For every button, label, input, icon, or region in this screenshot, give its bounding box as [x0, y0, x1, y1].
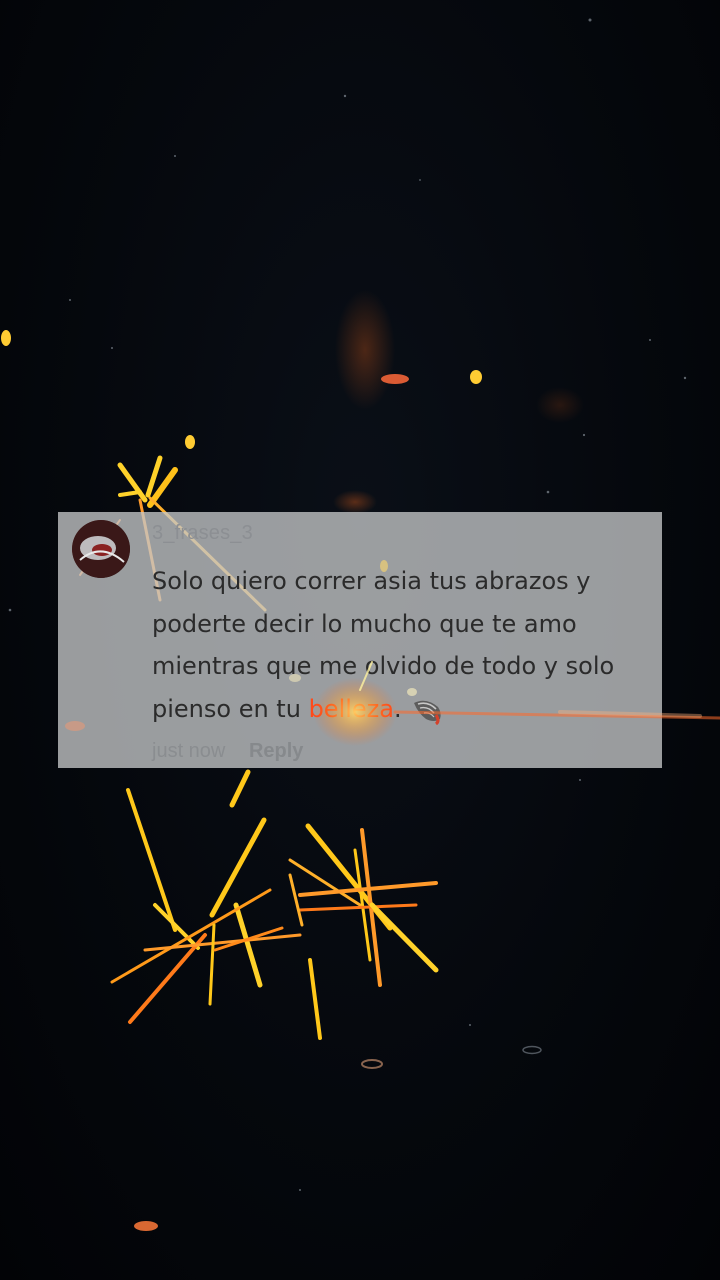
- avatar[interactable]: [72, 520, 130, 578]
- comment-text: Solo quiero correr asia tus abrazos y po…: [152, 560, 656, 730]
- shell-icon: [413, 700, 441, 725]
- video-frame: 3_frases_3 Solo quiero correr asia tus a…: [0, 0, 720, 1280]
- comment-timestamp: just now: [152, 740, 226, 762]
- avatar-image: [72, 520, 130, 578]
- comment-reply-card[interactable]: 3_frases_3 Solo quiero correr asia tus a…: [58, 512, 662, 768]
- reply-button[interactable]: Reply: [249, 740, 303, 762]
- comment-text-end: .: [393, 694, 402, 723]
- comment-text-highlight: belleza: [308, 694, 394, 723]
- comment-username[interactable]: 3_frases_3: [152, 522, 253, 545]
- comment-meta: just now Reply: [152, 740, 303, 763]
